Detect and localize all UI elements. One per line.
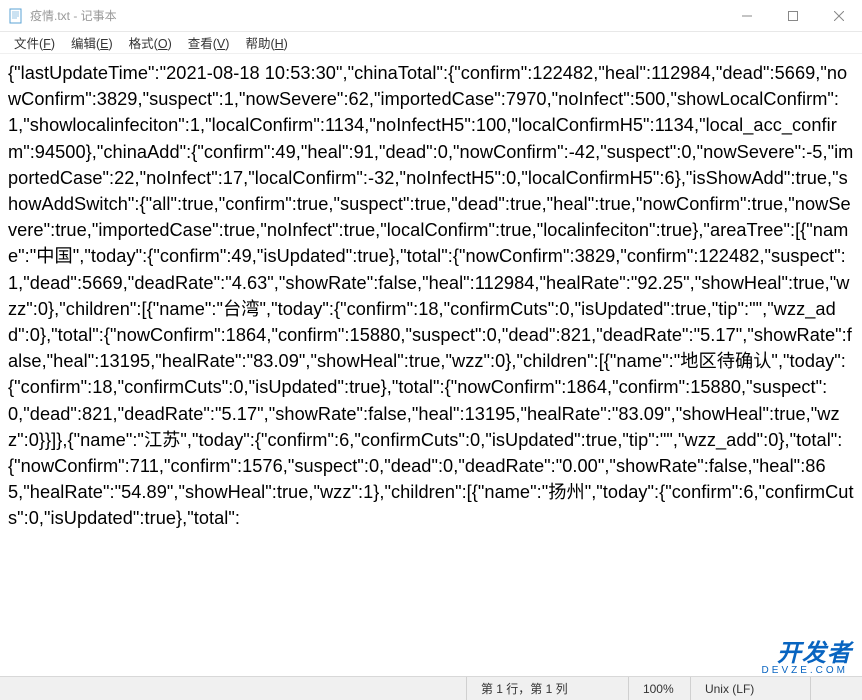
menu-edit[interactable]: 编辑(E) bbox=[63, 31, 121, 54]
menu-file[interactable]: 文件(F) bbox=[6, 31, 63, 54]
menu-format[interactable]: 格式(O) bbox=[121, 31, 180, 54]
window-title: 疫情.txt - 记事本 bbox=[30, 7, 117, 24]
status-bar: 第 1 行，第 1 列 100% Unix (LF) bbox=[0, 676, 862, 700]
status-line-ending: Unix (LF) bbox=[690, 677, 810, 700]
status-spacer bbox=[0, 677, 466, 700]
menu-help[interactable]: 帮助(H) bbox=[237, 31, 295, 54]
title-bar: 疫情.txt - 记事本 bbox=[0, 0, 862, 32]
maximize-button[interactable] bbox=[770, 0, 816, 31]
status-position: 第 1 行，第 1 列 bbox=[466, 677, 628, 700]
notepad-icon bbox=[8, 8, 24, 24]
minimize-button[interactable] bbox=[724, 0, 770, 31]
title-bar-left: 疫情.txt - 记事本 bbox=[8, 7, 117, 24]
text-content[interactable]: {"lastUpdateTime":"2021-08-18 10:53:30",… bbox=[0, 54, 862, 674]
status-encoding bbox=[810, 677, 839, 700]
close-button[interactable] bbox=[816, 0, 862, 31]
menu-bar: 文件(F) 编辑(E) 格式(O) 查看(V) 帮助(H) bbox=[0, 32, 862, 54]
menu-view[interactable]: 查看(V) bbox=[180, 31, 238, 54]
status-zoom: 100% bbox=[628, 677, 690, 700]
window-controls bbox=[724, 0, 862, 31]
